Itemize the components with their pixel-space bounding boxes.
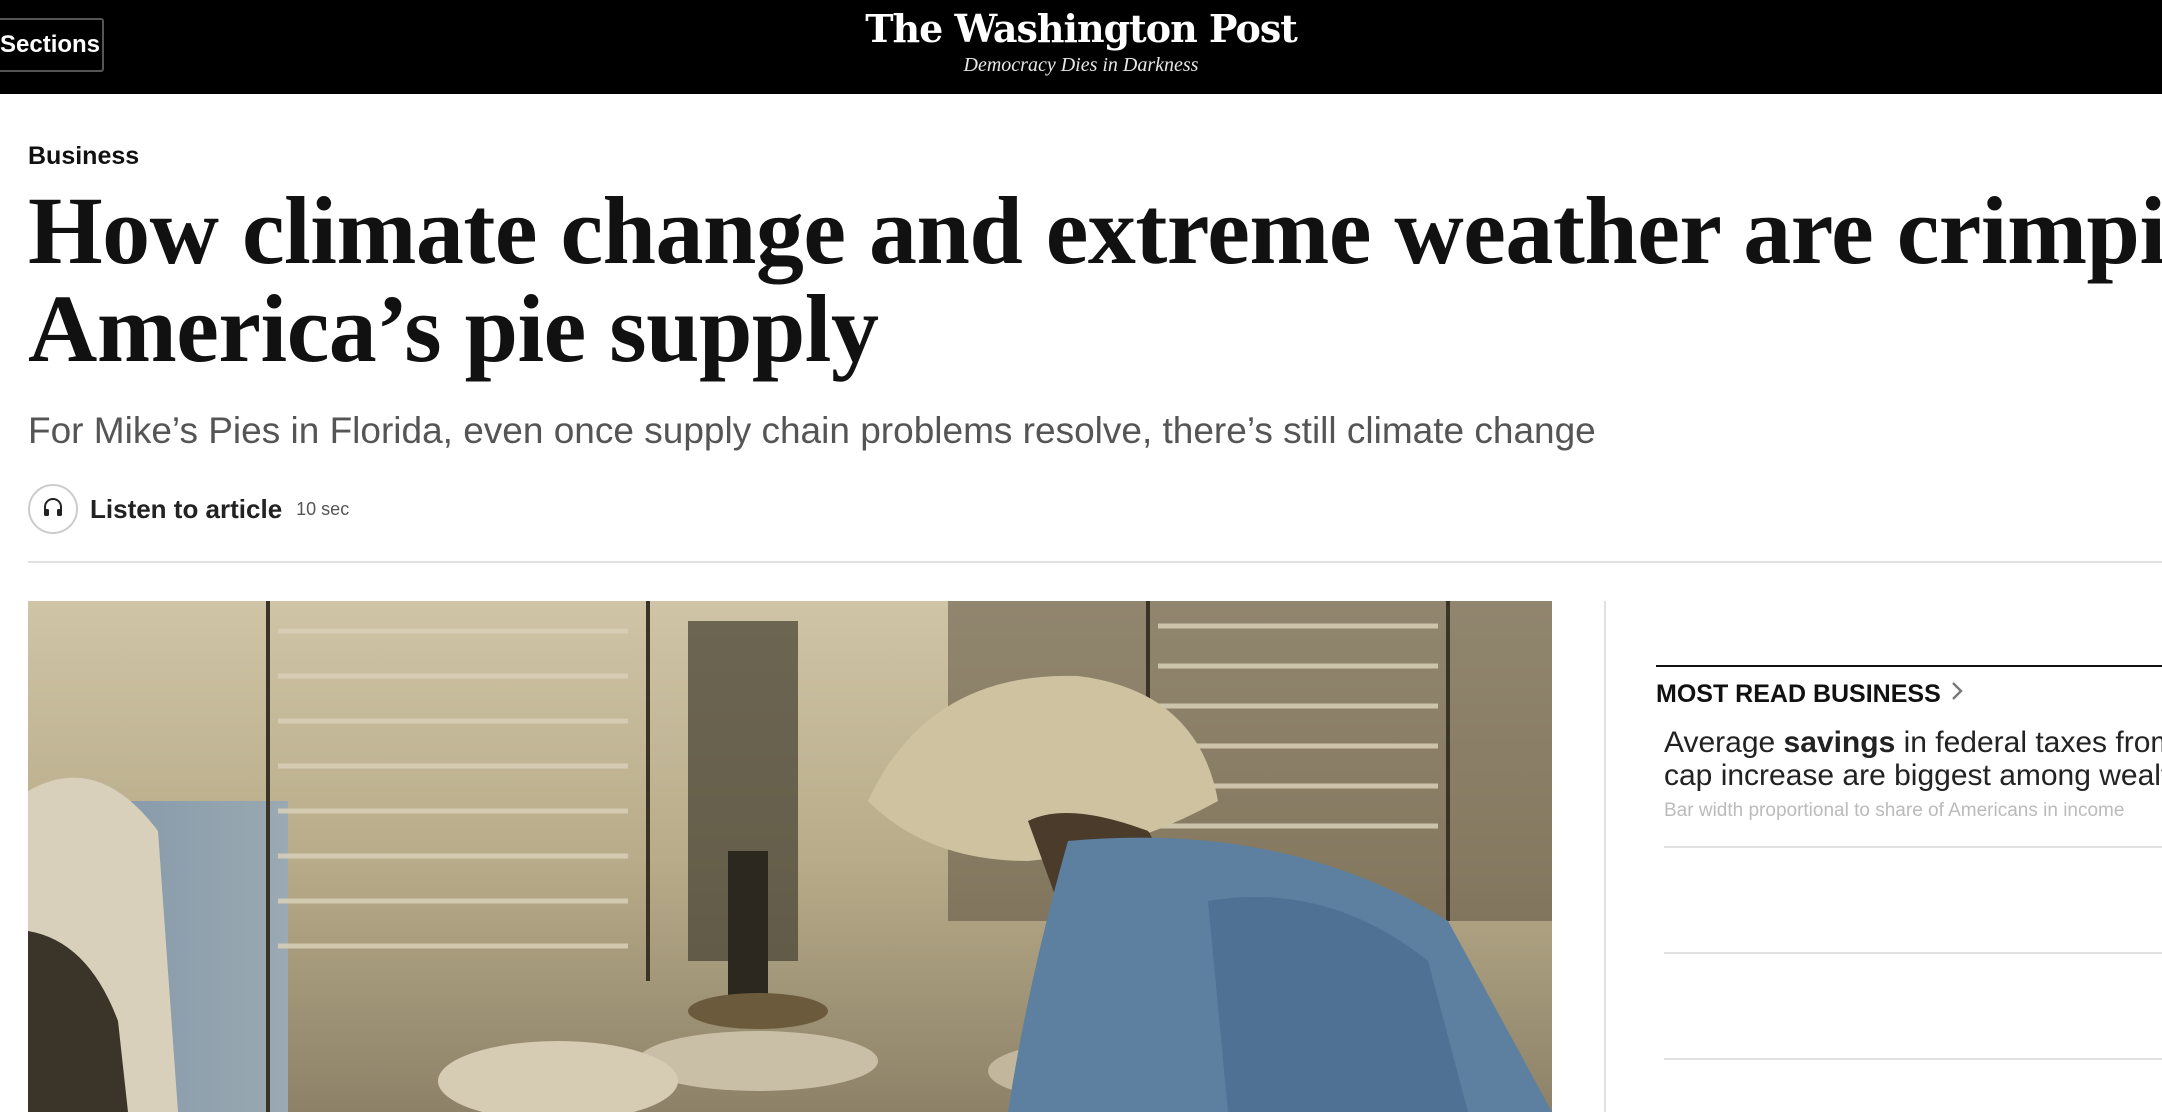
lead-photo[interactable] (28, 601, 1552, 1112)
listen-duration: 10 sec (296, 498, 350, 519)
masthead-tagline: Democracy Dies in Darkness (963, 54, 1199, 76)
most-read-rail: MOST READ BUSINESS Average savings in fe… (1656, 665, 2162, 1060)
headphones-icon (42, 497, 64, 522)
header-divider (28, 561, 2162, 563)
most-read-item-caption: Bar width proportional to share of Ameri… (1664, 800, 2125, 821)
most-read-title-text: MOST READ BUSINESS (1656, 680, 1941, 708)
headline-text-part: in federal taxes from (1895, 726, 2162, 759)
top-navigation-bar: Sections The Washington Post Democracy D… (0, 0, 2162, 94)
headline-text-line2: cap increase are biggest among wealthy (1664, 759, 2162, 792)
article-headline: How climate change and extreme weather a… (28, 182, 2162, 378)
listen-play-button[interactable] (28, 484, 78, 534)
most-read-item[interactable]: Average savings in federal taxes from ca… (1664, 726, 2162, 822)
masthead: The Washington Post Democracy Dies in Da… (0, 0, 2162, 76)
washington-post-logo[interactable]: The Washington Post (865, 4, 1298, 54)
section-kicker[interactable]: Business (28, 142, 139, 171)
listen-to-article-control: Listen to article 10 sec (28, 484, 349, 534)
most-read-item-headline: Average savings in federal taxes from ca… (1664, 726, 2162, 792)
rail-item-separator (1664, 1058, 2162, 1060)
most-read-title[interactable]: MOST READ BUSINESS (1656, 679, 2162, 710)
rail-top-rule (1656, 665, 2162, 667)
article-subheadline: For Mike’s Pies in Florida, even once su… (28, 410, 1596, 451)
headline-text-bold: savings (1783, 726, 1896, 759)
headline-line-2: America’s pie supply (28, 275, 879, 382)
lead-photo-illustration (28, 601, 1552, 1112)
right-rail-divider (1604, 601, 1606, 1112)
chevron-right-icon (1949, 679, 1965, 710)
headline-text-part: Average (1664, 726, 1784, 759)
headline-line-1: How climate change and extreme weather a… (28, 177, 2162, 284)
listen-to-article-label[interactable]: Listen to article (90, 494, 282, 525)
